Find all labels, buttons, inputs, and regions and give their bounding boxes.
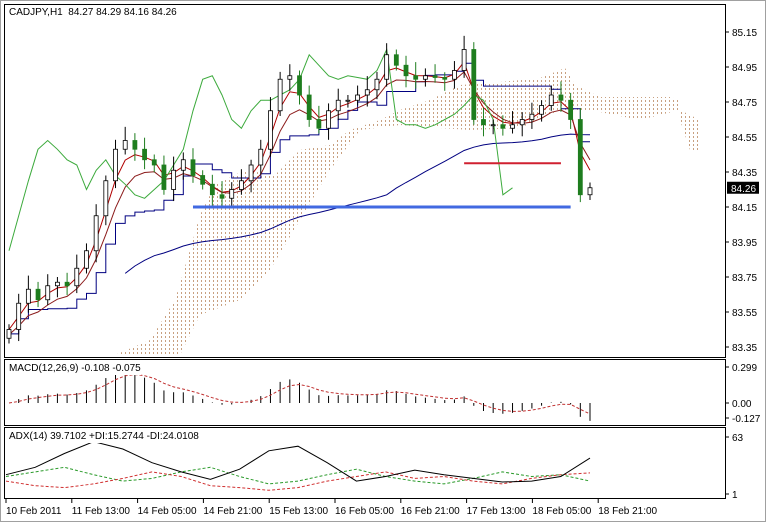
price-tick-label: 83.55	[732, 308, 757, 319]
bullish-candle	[55, 281, 60, 287]
bullish-candle	[355, 94, 361, 101]
time-tick-label: 14 Feb 21:00	[203, 506, 262, 517]
bullish-candle	[268, 110, 273, 150]
chart-header: CADJPY,H1 84.27 84.29 84.16 84.26	[9, 7, 177, 19]
bearish-candle	[413, 75, 419, 80]
bullish-candle	[490, 124, 496, 127]
bullish-candle	[548, 94, 554, 106]
bullish-candle	[84, 250, 89, 269]
bullish-candle	[258, 148, 264, 166]
bullish-candle	[171, 169, 177, 190]
bullish-candle	[287, 75, 293, 80]
bullish-candle	[345, 99, 351, 102]
bullish-candle	[229, 189, 235, 199]
macd-tick-label: 0.00	[732, 399, 752, 410]
bullish-candle	[45, 285, 51, 301]
price-tick-label: 84.35	[732, 168, 757, 179]
bearish-candle	[209, 183, 215, 196]
bullish-candle	[422, 75, 428, 80]
bullish-candle	[248, 164, 254, 182]
bullish-candle	[519, 119, 525, 126]
price-chart[interactable]: 85.15 84.95 84.75 84.55 84.35 84.15 83.95 83.75…	[0, 0, 766, 522]
bearish-candle	[297, 75, 302, 96]
bullish-candle	[103, 180, 109, 217]
time-tick-label: 18 Feb 21:00	[598, 506, 657, 517]
bullish-candle	[510, 124, 515, 129]
bullish-candle	[335, 99, 341, 112]
bullish-candle	[364, 89, 370, 96]
price-tick-label: 84.15	[732, 203, 757, 214]
bullish-candle	[326, 110, 331, 129]
ohlc-label: 84.27 84.29 84.16 84.26	[68, 7, 177, 18]
price-tick-label: 84.75	[732, 98, 757, 109]
macd-tick-label: -0.127	[732, 414, 761, 425]
current-price-label: 84.26	[731, 184, 756, 195]
macd-tick-label: 0.299	[732, 363, 757, 374]
bullish-candle	[16, 302, 22, 330]
bearish-candle	[306, 94, 312, 120]
bullish-candle	[180, 159, 186, 171]
bearish-candle	[403, 64, 409, 77]
bullish-candle	[113, 148, 118, 182]
bullish-candle	[461, 49, 467, 71]
bullish-candle	[529, 113, 535, 120]
adx-tick-label: 1	[732, 490, 738, 501]
bearish-candle	[190, 159, 196, 176]
bullish-candle	[539, 105, 544, 115]
bullish-candle	[587, 187, 593, 196]
price-tick-label: 83.95	[732, 238, 757, 249]
bullish-candle	[122, 140, 128, 150]
bearish-candle	[200, 175, 206, 185]
bearish-candle	[35, 288, 41, 301]
bearish-candle	[481, 119, 486, 126]
bearish-candle	[442, 77, 448, 80]
price-tick-label: 84.95	[732, 63, 757, 74]
bearish-candle	[568, 99, 574, 120]
bullish-candle	[6, 329, 12, 339]
bullish-candle	[25, 288, 31, 304]
time-tick-label: 18 Feb 05:00	[532, 506, 591, 517]
bullish-candle	[238, 180, 244, 190]
bullish-candle	[374, 78, 380, 91]
bearish-candle	[558, 94, 564, 101]
time-tick-label: 16 Feb 21:00	[401, 506, 460, 517]
symbol-label: CADJPY,H1	[9, 7, 63, 18]
time-tick-label: 16 Feb 05:00	[335, 506, 394, 517]
bullish-candle	[452, 70, 457, 80]
bearish-candle	[219, 194, 225, 199]
bearish-candle	[393, 54, 399, 66]
time-tick-label: 15 Feb 13:00	[269, 506, 328, 517]
time-tick-label: 14 Feb 05:00	[138, 506, 197, 517]
price-tick-label: 84.55	[732, 133, 757, 144]
bearish-candle	[151, 159, 157, 166]
bullish-candle	[277, 78, 283, 112]
time-tick-label: 11 Feb 13:00	[72, 506, 131, 517]
macd-label: MACD(12,26,9) -0.108 -0.075	[9, 363, 141, 375]
price-tick-label: 85.15	[732, 28, 757, 39]
time-tick-label: 17 Feb 13:00	[467, 506, 526, 517]
bearish-candle	[316, 119, 322, 129]
price-tick-label: 83.75	[732, 273, 757, 284]
adx-label: ADX(14) 39.7102 +DI:15.2744 -DI:24.0108	[9, 431, 199, 443]
bearish-candle	[500, 124, 506, 129]
bearish-candle	[142, 148, 147, 161]
window-frame	[0, 0, 766, 522]
bearish-candle	[577, 119, 583, 196]
bearish-candle	[132, 140, 138, 150]
bearish-candle	[64, 281, 70, 287]
bullish-candle	[74, 267, 80, 287]
time-tick-label: 10 Feb 2011	[6, 506, 62, 517]
bearish-candle	[471, 49, 477, 120]
bullish-candle	[384, 54, 390, 80]
bearish-candle	[161, 164, 167, 190]
bearish-candle	[432, 75, 438, 78]
bullish-candle	[93, 215, 99, 252]
adx-tick-label: 63	[732, 433, 744, 444]
price-tick-label: 83.35	[732, 343, 757, 354]
